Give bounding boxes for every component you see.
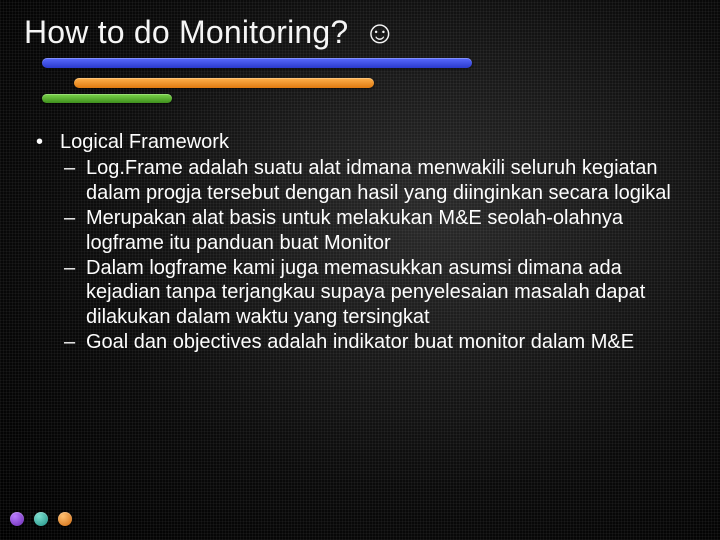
bullet-main-text: Logical Framework	[60, 131, 229, 153]
bullet-main: Logical Framework Log.Frame adalah suatu…	[38, 130, 680, 355]
accent-bar-green	[42, 94, 172, 103]
sub-bullet-text: Log.Frame adalah suatu alat idmana menwa…	[86, 157, 671, 203]
decorative-bars	[0, 58, 472, 113]
sub-bullet: Log.Frame adalah suatu alat idmana menwa…	[60, 156, 680, 205]
accent-bar-orange	[74, 78, 374, 88]
sub-bullet-text: Merupakan alat basis untuk melakukan M&E…	[86, 207, 623, 253]
slide-title: How to do Monitoring? ☺	[24, 14, 396, 51]
sub-bullet: Merupakan alat basis untuk melakukan M&E…	[60, 206, 680, 255]
sub-bullet-text: Goal dan objectives adalah indikator bua…	[86, 331, 634, 353]
dot-purple	[10, 512, 24, 526]
title-text: How to do Monitoring?	[24, 14, 348, 50]
sub-bullet: Dalam logframe kami juga memasukkan asum…	[60, 256, 680, 329]
dot-teal	[34, 512, 48, 526]
accent-bar-blue	[42, 58, 472, 68]
sub-bullet-text: Dalam logframe kami juga memasukkan asum…	[86, 257, 645, 328]
smiley-icon: ☺	[363, 14, 396, 50]
sub-bullet: Goal dan objectives adalah indikator bua…	[60, 330, 680, 354]
dot-orange	[58, 512, 72, 526]
slide-body: Logical Framework Log.Frame adalah suatu…	[38, 130, 680, 356]
decorative-dots	[10, 512, 72, 526]
